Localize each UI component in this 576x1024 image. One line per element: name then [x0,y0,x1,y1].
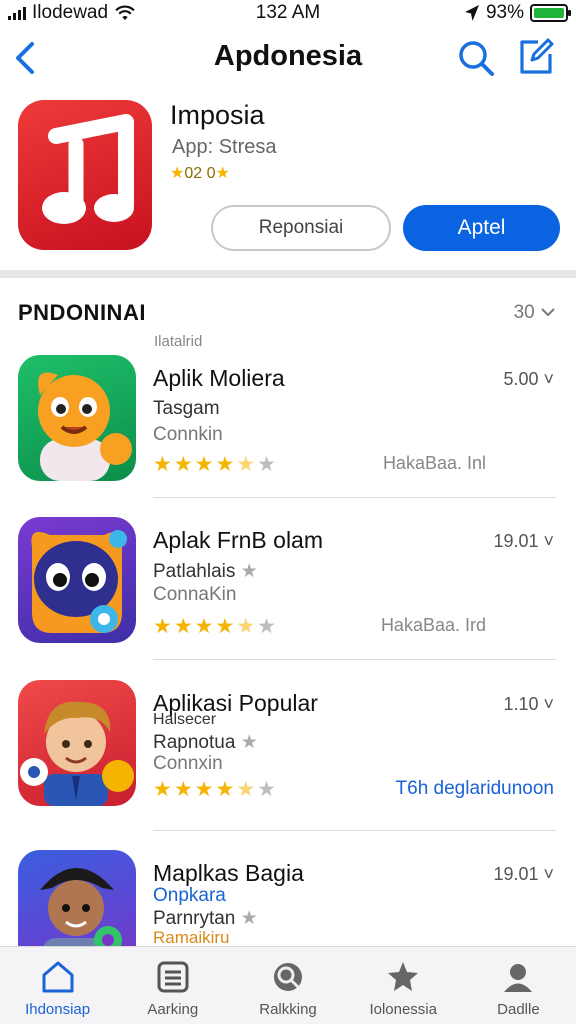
tab-label: Iolonessia [369,1001,437,1018]
section-count[interactable]: 30 [514,302,556,324]
list-item[interactable]: Aplak FrnB olam Patlahlais ★ ConnaKin 19… [0,517,576,677]
tab-profile[interactable]: Dadlle [461,947,576,1024]
search-icon [274,963,302,991]
featured-rating-text: 02 0 [184,165,216,182]
app-tagline: Onpkara [153,885,226,906]
app-link[interactable]: T6h deglaridunoon [396,778,554,800]
section-count-value: 30 [513,302,535,323]
row-divider [153,497,556,498]
app-category: Rapnotua ★ [153,731,258,754]
star-icon: ★ [240,732,258,753]
nav-bar: Apdonesia [0,30,576,86]
app-developer: Connxin [153,753,223,774]
music-note-icon [42,114,134,224]
status-bar: Ilodewad 132 AM 93% [0,0,576,26]
star-rating: ★★★★★★ [153,615,278,638]
mascot-icon [38,372,132,481]
app-category: Patlahlais ★ [153,560,258,583]
app-tagline: Halsecer [153,711,217,728]
app-category-text: Patlahlais [153,561,236,582]
location-arrow-icon [464,5,479,21]
app-price[interactable]: 5.00 ˅ [503,369,554,390]
list-icon [157,961,189,993]
app-price-value: 1.10 [503,694,539,714]
monster-icon [31,530,127,633]
person-avatar-icon [40,868,122,946]
chevron-down-icon [541,308,555,317]
tab-search[interactable]: Ralkking [230,947,345,1024]
featured-app-name: Imposia [170,100,265,130]
tab-label: Dadlle [497,1001,540,1018]
app-name: Aplak FrnB olam [153,527,324,553]
star-icon: ★ [215,165,230,182]
star-rating: ★★★★★★ [153,453,278,476]
app-icon-monster [18,517,136,643]
tab-label: Ralkking [259,1001,317,1018]
featured-app-rating: ★02 0★ [170,163,230,183]
app-developer: Ramaikiru [153,928,230,946]
featured-app-subtitle: App: Stresa [172,136,277,158]
list-item[interactable]: Maplkas Bagia Onpkara Parnrytan ★ Ramaik… [0,850,576,946]
battery-icon [530,4,571,22]
star-rating: ★★★★★★ [153,778,278,801]
section-divider [0,270,576,278]
app-category: Parnrytan ★ [153,907,258,930]
tab-featured[interactable]: Iolonessia [346,947,461,1024]
tab-label: Aarking [147,1001,199,1018]
app-price[interactable]: 1.10 ˅ [503,694,554,715]
app-name: Maplkas Bagia [153,860,304,886]
compose-icon[interactable] [516,36,556,76]
search-icon[interactable] [456,38,496,78]
row-divider [153,830,556,831]
app-meta: HakaBaa. Ird [380,615,486,635]
app-icon-mascot [18,355,136,481]
app-price[interactable]: 19.01 ˅ [493,531,554,552]
battery-percent: 93% [485,2,524,23]
tab-label: Ihdonsiap [25,1001,91,1018]
secondary-action-button[interactable]: Reponsiai [211,205,391,251]
app-developer: Connkin [153,424,223,445]
section-subtitle: Ilatalrid [154,333,203,350]
app-category: Tasgam [153,398,220,419]
app-category-text: Parnrytan [153,908,236,929]
app-meta: HakaBaa. Inl [382,453,486,473]
star-icon: ★ [170,165,185,182]
character-icon [20,701,134,806]
app-price[interactable]: 19.01 ˅ [493,864,554,885]
app-price-value: 19.01 [493,864,539,884]
list-item[interactable]: Aplik Moliera Tasgam Connkin 5.00 ˅ ★★★★… [0,355,576,515]
featured-app-icon[interactable] [18,100,152,250]
status-right: 93% [464,2,571,24]
app-icon-person [18,850,136,946]
star-icon [388,962,419,991]
app-name: Aplik Moliera [153,365,285,391]
star-icon: ★ [240,908,258,929]
section-title: PNDONINAI [18,300,146,325]
person-icon [504,964,533,992]
house-icon [42,961,74,993]
app-developer: ConnaKin [153,584,237,605]
list-item[interactable]: Aplikasi Popular Halsecer Rapnotua ★ Con… [0,680,576,840]
get-app-button[interactable]: Aptel [403,205,560,251]
row-divider [153,659,556,660]
tab-today[interactable]: Ihdonsiap [0,947,115,1024]
app-category-text: Rapnotua [153,732,236,753]
app-icon-character [18,680,136,806]
star-icon: ★ [240,561,258,582]
app-price-value: 5.00 [503,369,539,389]
app-price-value: 19.01 [493,531,539,551]
tab-bar: Ihdonsiap Aarking Ralkking Iolonessia Da… [0,946,576,1024]
tab-ranking[interactable]: Aarking [115,947,230,1024]
